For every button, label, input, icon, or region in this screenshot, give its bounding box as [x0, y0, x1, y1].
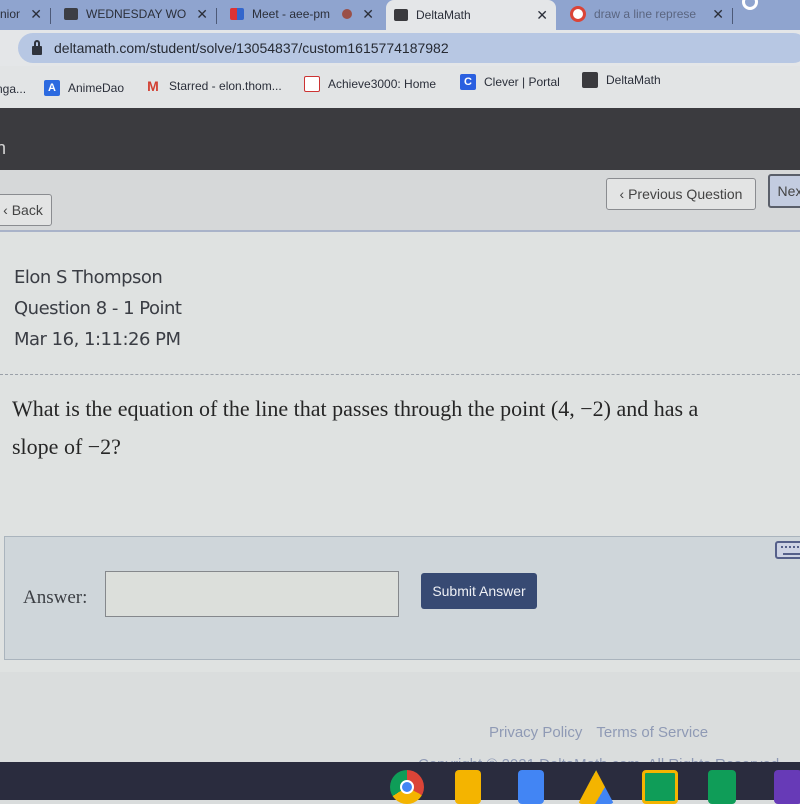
answer-input[interactable] [105, 571, 399, 617]
browser-tab-strip: nion ✕ WEDNESDAY WOF ✕ Meet - aee-pm ✕ D… [0, 0, 800, 30]
tab-separator [216, 8, 217, 24]
tab-meet[interactable]: Meet - aee-pm ✕ [222, 0, 382, 28]
lock-icon [32, 39, 42, 55]
next-question-button[interactable]: Nex [768, 174, 800, 208]
tab-google-search[interactable]: draw a line represe ✕ [562, 0, 732, 28]
chrome-center [400, 780, 414, 794]
tab-deltamath[interactable]: DeltaMath ✕ [386, 0, 556, 30]
url-text[interactable]: deltamath.com/student/solve/13054837/cus… [54, 40, 449, 56]
student-name: Elon S Thompson [14, 267, 163, 288]
close-icon[interactable]: ✕ [196, 6, 208, 23]
question-panel: Elon S Thompson Question 8 - 1 Point Mar… [0, 232, 800, 672]
privacy-policy-link[interactable]: Privacy Policy [489, 724, 582, 741]
close-icon[interactable]: ✕ [712, 6, 724, 23]
sheets-icon[interactable] [708, 770, 736, 804]
back-button[interactable]: ‹ Back [0, 194, 52, 226]
gmail-icon: M [147, 78, 159, 94]
footer-links: Privacy Policy Terms of Service [489, 724, 708, 741]
google-icon[interactable] [742, 0, 758, 10]
google-icon [570, 6, 586, 22]
classroom-icon [64, 8, 78, 20]
os-shelf [0, 762, 800, 804]
drive-icon[interactable] [578, 770, 614, 804]
tab-wednesday[interactable]: WEDNESDAY WOF ✕ [56, 0, 216, 28]
question-text: What is the equation of the line that pa… [12, 396, 699, 459]
previous-question-button[interactable]: ‹ Previous Question [606, 178, 756, 210]
tab-separator [732, 8, 733, 24]
achieve3000-icon [304, 76, 320, 92]
bookmarks-bar: nga... A AnimeDao M Starred - elon.thom.… [0, 66, 800, 108]
app-header: n [0, 108, 800, 170]
clever-icon: C [460, 74, 476, 90]
google-classroom-icon[interactable] [642, 770, 678, 804]
footer: Privacy Policy Terms of Service Copyrigh… [0, 672, 800, 773]
bookmark-animedao[interactable]: A AnimeDao [44, 80, 124, 96]
recording-icon [342, 9, 353, 19]
bookmark-1[interactable]: nga... [0, 82, 26, 96]
close-icon[interactable]: ✕ [362, 6, 374, 23]
bookmark-clever[interactable]: C Clever | Portal [460, 74, 560, 90]
bookmark-deltamath[interactable]: DeltaMath [582, 72, 661, 88]
close-icon[interactable]: ✕ [30, 6, 42, 23]
question-number: Question 8 - 1 Point [14, 298, 182, 319]
terms-of-service-link[interactable]: Terms of Service [596, 724, 708, 741]
tab-1[interactable]: nion ✕ [0, 0, 50, 28]
forms-icon[interactable] [774, 770, 800, 804]
close-icon[interactable]: ✕ [536, 7, 548, 24]
question-meta: Elon S Thompson Question 8 - 1 Point Mar… [14, 262, 182, 355]
animedao-icon: A [44, 80, 60, 96]
deltamath-icon [582, 72, 598, 88]
browser-toolbar: deltamath.com/student/solve/13054837/cus… [0, 30, 800, 66]
timestamp: Mar 16, 1:11:26 PM [14, 329, 181, 350]
docs-icon[interactable] [518, 770, 544, 804]
divider [0, 374, 800, 375]
slides-icon[interactable] [455, 770, 481, 804]
question-nav: ‹ Back ‹ Previous Question Nex [0, 170, 800, 232]
keyboard-icon[interactable] [775, 541, 800, 559]
answer-label: Answer: [23, 587, 88, 608]
app-brand[interactable]: n [0, 138, 6, 159]
bookmark-achieve3000[interactable]: Achieve3000: Home [304, 76, 436, 92]
answer-area: Answer: Submit Answer [4, 536, 800, 660]
chrome-icon[interactable] [390, 770, 424, 804]
deltamath-icon [394, 9, 408, 21]
meet-icon [230, 8, 244, 20]
bookmark-gmail-starred[interactable]: M Starred - elon.thom... [145, 78, 282, 94]
tab-separator [50, 8, 51, 24]
address-bar[interactable]: deltamath.com/student/solve/13054837/cus… [18, 33, 800, 63]
submit-answer-button[interactable]: Submit Answer [421, 573, 537, 609]
